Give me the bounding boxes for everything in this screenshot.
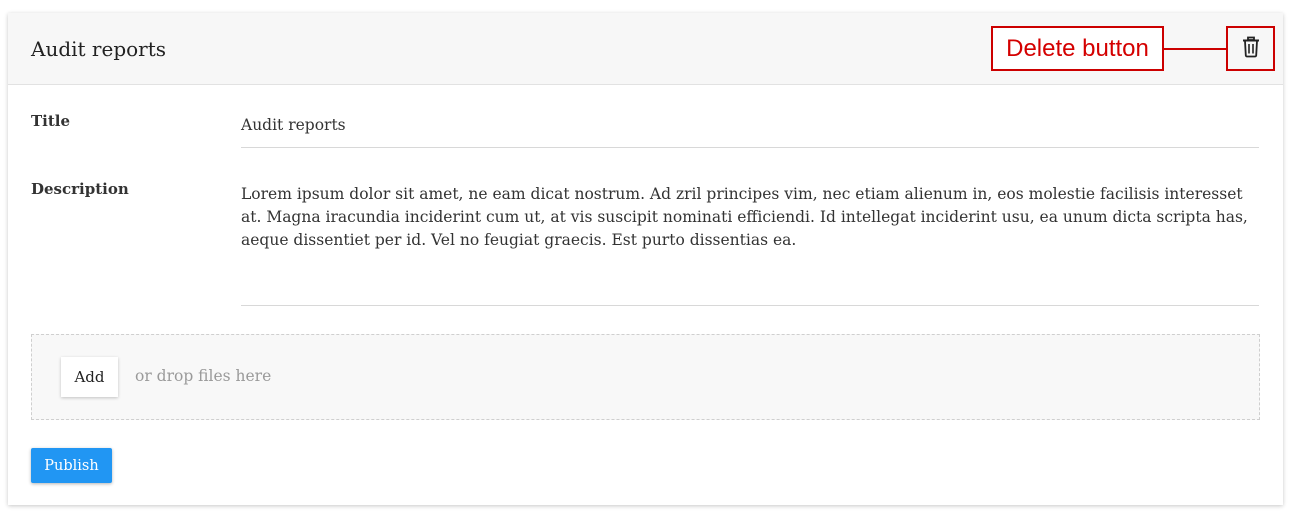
trash-icon <box>1241 36 1261 61</box>
card-title: Audit reports <box>31 37 167 61</box>
annotation-connector <box>1164 48 1226 50</box>
title-field[interactable]: Audit reports <box>241 115 1259 148</box>
title-label: Title <box>31 112 71 130</box>
card-header: Audit reports Delete button <box>8 13 1283 85</box>
report-card: Audit reports Delete button Title Audit … <box>8 13 1283 505</box>
delete-button-annotation: Delete button <box>991 26 1164 71</box>
description-label: Description <box>31 180 129 198</box>
publish-button[interactable]: Publish <box>31 448 112 483</box>
file-dropzone[interactable]: Add or drop files here <box>31 334 1260 420</box>
description-field[interactable]: Lorem ipsum dolor sit amet, ne eam dicat… <box>241 183 1259 306</box>
drop-hint: or drop files here <box>135 367 272 385</box>
add-file-button[interactable]: Add <box>61 357 118 397</box>
delete-button[interactable] <box>1226 26 1275 71</box>
